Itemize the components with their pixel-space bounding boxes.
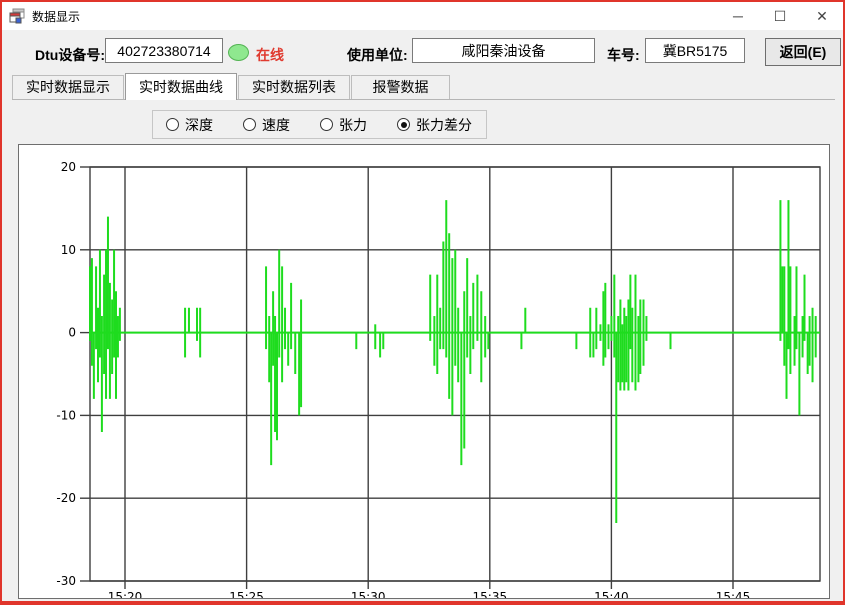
vehicle-label: 车号:	[607, 45, 640, 65]
back-button[interactable]: 返回(E)	[765, 38, 841, 66]
tab-bar: 实时数据显示实时数据曲线实时数据列表报警数据	[12, 74, 835, 100]
radio-unselected-icon[interactable]	[243, 118, 256, 131]
svg-text:0: 0	[68, 326, 76, 340]
svg-text:15:20: 15:20	[108, 590, 143, 598]
vehicle-input[interactable]	[645, 38, 745, 63]
radio-unselected-icon[interactable]	[320, 118, 333, 131]
dtu-label: Dtu设备号:	[35, 45, 105, 65]
radio-option-label: 速度	[262, 115, 290, 135]
online-status-text: 在线	[256, 45, 284, 65]
unit-input[interactable]	[412, 38, 595, 63]
svg-text:-10: -10	[56, 408, 76, 422]
radio-option-4[interactable]: 张力差分	[397, 115, 472, 135]
svg-text:10: 10	[61, 243, 76, 257]
curve-type-radio-group: 深度 速度 张力 张力差分	[152, 110, 487, 139]
tab-1[interactable]: 实时数据显示	[12, 75, 124, 99]
close-button[interactable]: ✕	[801, 2, 843, 30]
radio-option-label: 张力差分	[416, 115, 472, 135]
app-icon	[9, 8, 25, 24]
svg-text:-30: -30	[56, 574, 76, 588]
dtu-input[interactable]	[105, 38, 223, 63]
svg-text:15:40: 15:40	[594, 590, 629, 598]
radio-unselected-icon[interactable]	[166, 118, 179, 131]
radio-selected-icon[interactable]	[397, 118, 410, 131]
unit-label: 使用单位:	[347, 45, 408, 65]
svg-text:15:35: 15:35	[473, 590, 508, 598]
tab-4[interactable]: 报警数据	[351, 75, 450, 99]
chart-panel: 20 10 0 -10 -20 -30 15:20 15:25 15:30 15:35 15:40 1…	[18, 144, 830, 599]
online-status-dot	[228, 44, 249, 61]
tab-3[interactable]: 实时数据列表	[238, 75, 350, 99]
minimize-button[interactable]: ─	[717, 2, 759, 30]
radio-option-label: 深度	[185, 115, 213, 135]
tension-diff-chart: 20 10 0 -10 -20 -30 15:20 15:25 15:30 15:35 15:40 1…	[19, 145, 829, 598]
svg-text:15:25: 15:25	[229, 590, 264, 598]
app-window: 数据显示 ─ ☐ ✕ Dtu设备号: 在线 使用单位: 车号: 返回(E) 实时…	[0, 0, 845, 605]
radio-option-1[interactable]: 深度	[166, 115, 213, 135]
svg-text:20: 20	[61, 160, 76, 174]
svg-text:15:30: 15:30	[351, 590, 386, 598]
maximize-button[interactable]: ☐	[759, 2, 801, 30]
title-bar: 数据显示 ─ ☐ ✕	[2, 2, 843, 30]
tab-2[interactable]: 实时数据曲线	[125, 73, 237, 100]
radio-option-3[interactable]: 张力	[320, 115, 367, 135]
radio-option-label: 张力	[339, 115, 367, 135]
svg-text:15:45: 15:45	[716, 590, 751, 598]
svg-text:-20: -20	[56, 491, 76, 505]
radio-option-2[interactable]: 速度	[243, 115, 290, 135]
window-title: 数据显示	[32, 8, 80, 25]
